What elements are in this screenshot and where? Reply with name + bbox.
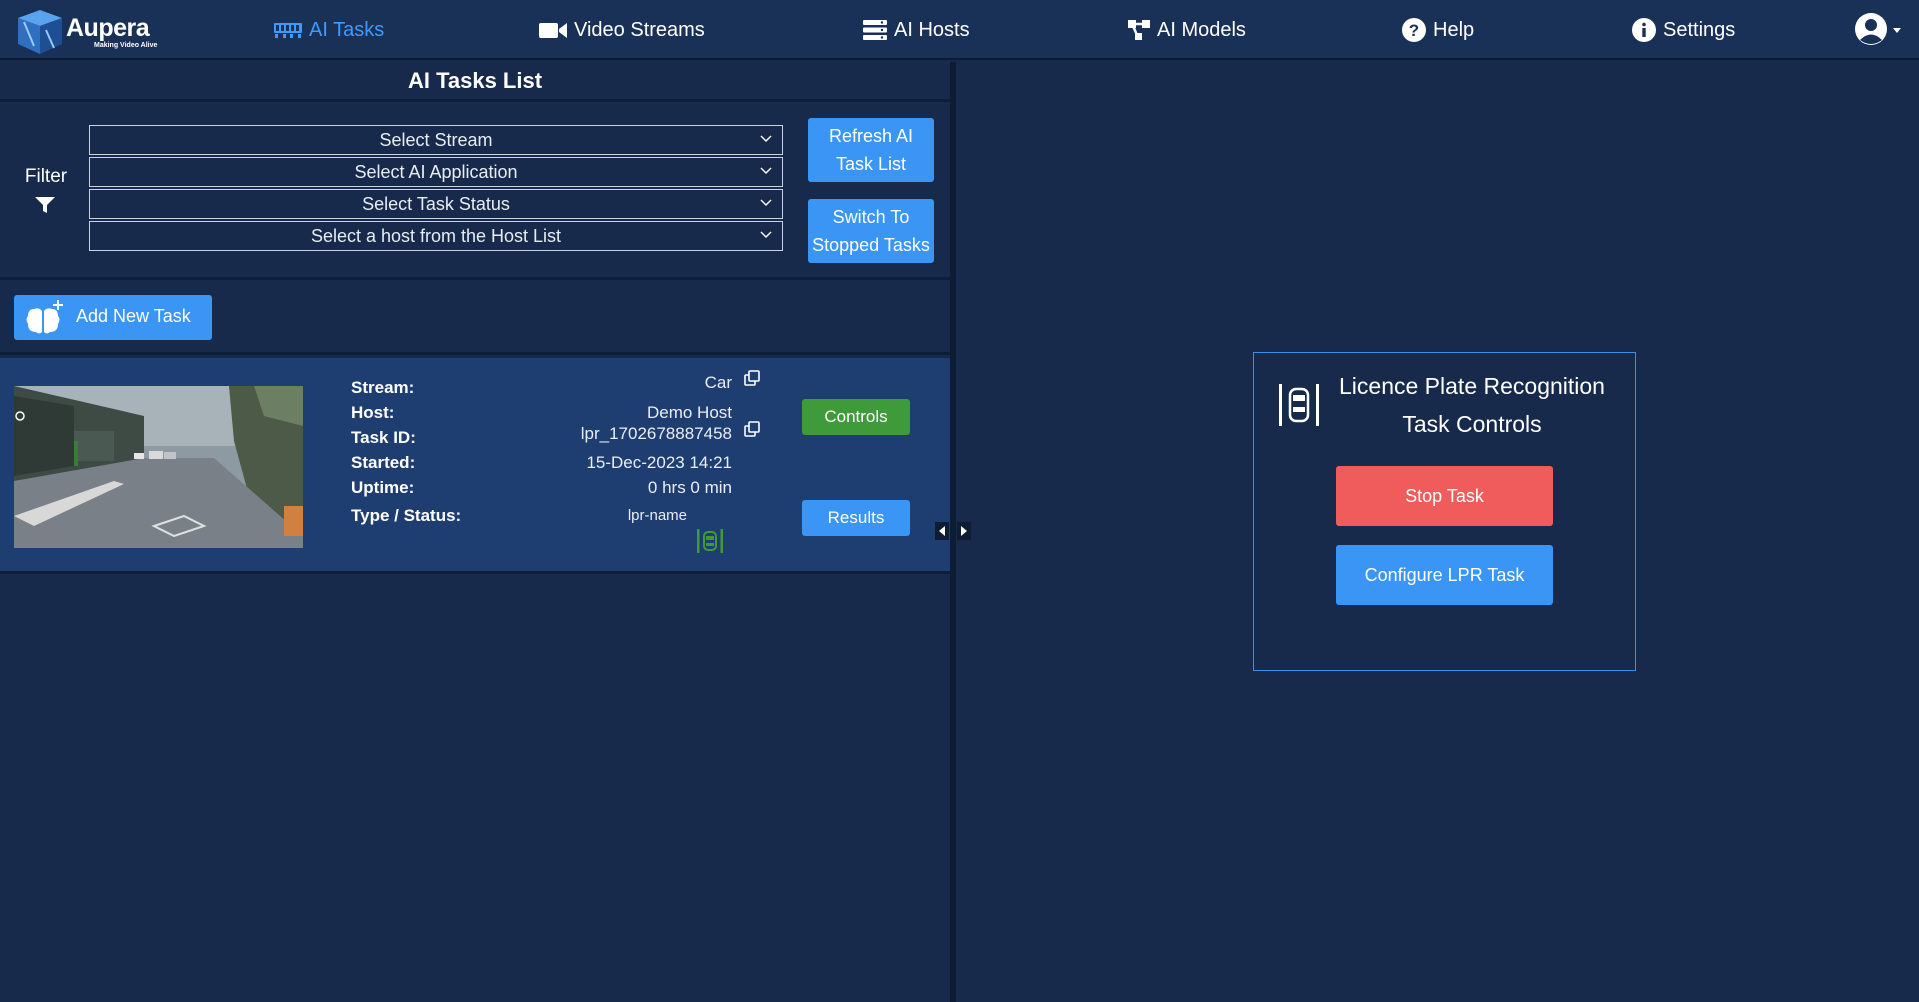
filter-icon xyxy=(35,197,55,213)
info-circle-icon xyxy=(1631,17,1657,43)
ai-application-select[interactable]: Select AI Application xyxy=(89,157,783,187)
video-camera-icon xyxy=(538,20,568,40)
brand-tagline: Making Video Alive xyxy=(94,42,158,49)
nav-label: AI Hosts xyxy=(894,18,970,41)
select-placeholder: Select a host from the Host List xyxy=(310,226,562,246)
results-button[interactable]: Results xyxy=(802,500,910,536)
logo-cube-icon xyxy=(18,10,62,54)
lpr-status-icon xyxy=(697,529,723,553)
task-type-value: lpr-name xyxy=(627,507,687,524)
task-row: Stream: Car Host: Demo Host Task ID: lpr… xyxy=(0,358,950,574)
stream-label: Stream: xyxy=(351,378,415,397)
refresh-task-list-button[interactable]: Refresh AI Task List xyxy=(808,118,934,182)
chevron-down-icon xyxy=(760,135,772,143)
started-value: 15-Dec-2023 14:21 xyxy=(586,453,732,472)
chevron-down-icon xyxy=(760,167,772,175)
host-label: Host: xyxy=(351,403,395,422)
host-select[interactable]: Select a host from the Host List xyxy=(89,221,783,251)
nav-label: AI Tasks xyxy=(309,18,385,41)
nav-video-streams[interactable]: Video Streams xyxy=(538,0,705,60)
ai-tasks-icon xyxy=(273,20,303,40)
select-placeholder: Select Stream xyxy=(379,130,493,150)
filter-section: Filter Select Stream Select AI Applicati… xyxy=(0,104,950,280)
user-circle-icon xyxy=(1855,13,1901,45)
nav-help[interactable]: ? Help xyxy=(1401,0,1474,60)
divider-handle[interactable] xyxy=(935,520,971,542)
configure-lpr-task-button[interactable]: Configure LPR Task xyxy=(1336,545,1553,605)
task-status-select[interactable]: Select Task Status xyxy=(89,189,783,219)
stream-value: Car xyxy=(704,373,732,392)
chevron-down-icon xyxy=(760,199,772,207)
nav-settings[interactable]: Settings xyxy=(1631,0,1735,60)
nav-ai-models[interactable]: AI Models xyxy=(1127,0,1246,60)
host-value: Demo Host xyxy=(646,403,732,422)
chevron-down-icon xyxy=(1893,28,1901,33)
task-id-value: lpr_1702678887458 xyxy=(580,424,732,443)
lpr-icon xyxy=(1279,384,1319,426)
copy-icon[interactable] xyxy=(744,370,760,386)
add-task-label: Add New Task xyxy=(76,306,191,326)
select-placeholder: Select AI Application xyxy=(354,162,518,182)
stream-thumbnail[interactable] xyxy=(14,386,303,548)
type-status-label: Type / Status: xyxy=(351,506,462,525)
select-placeholder: Select Task Status xyxy=(362,194,510,214)
started-label: Started: xyxy=(351,453,416,472)
controls-title-line1: Licence Plate Recognition xyxy=(1339,373,1605,399)
controls-title: Licence Plate Recognition Task Controls xyxy=(1322,367,1622,443)
user-menu[interactable] xyxy=(1854,12,1904,48)
collapse-left-icon[interactable] xyxy=(935,522,949,540)
copy-icon[interactable] xyxy=(744,421,760,437)
filter-label: Filter xyxy=(24,166,68,187)
nav-label: Help xyxy=(1433,18,1475,41)
task-id-label: Task ID: xyxy=(351,428,416,447)
brain-add-icon xyxy=(26,300,63,334)
aupera-logo[interactable]: Aupera Making Video Alive xyxy=(14,6,164,54)
question-circle-icon: ? xyxy=(1401,17,1427,43)
nav-label: Settings xyxy=(1663,18,1736,41)
svg-text:?: ? xyxy=(1409,21,1419,40)
nav-ai-tasks[interactable]: AI Tasks xyxy=(273,0,384,60)
page-title: AI Tasks List xyxy=(0,62,950,102)
add-new-task-button[interactable]: Add New Task xyxy=(14,295,212,340)
brand-name: Aupera xyxy=(66,14,150,42)
uptime-label: Uptime: xyxy=(351,478,415,497)
nav-ai-hosts[interactable]: AI Hosts xyxy=(862,0,970,60)
task-controls-card: Licence Plate Recognition Task Controls … xyxy=(1253,352,1636,671)
uptime-value: 0 hrs 0 min xyxy=(647,478,732,497)
top-navbar: Aupera Making Video Alive AI Tasks Video… xyxy=(0,0,1919,60)
stream-select[interactable]: Select Stream xyxy=(89,125,783,155)
chevron-down-icon xyxy=(760,231,772,239)
controls-button[interactable]: Controls xyxy=(802,399,910,435)
expand-right-icon[interactable] xyxy=(957,522,971,540)
stop-task-button[interactable]: Stop Task xyxy=(1336,466,1553,526)
nav-label: Video Streams xyxy=(574,18,705,41)
switch-to-stopped-button[interactable]: Switch To Stopped Tasks xyxy=(808,199,934,263)
network-icon xyxy=(1127,19,1151,41)
nav-label: AI Models xyxy=(1157,18,1246,41)
server-icon xyxy=(862,19,888,41)
controls-title-line2: Task Controls xyxy=(1402,411,1542,437)
